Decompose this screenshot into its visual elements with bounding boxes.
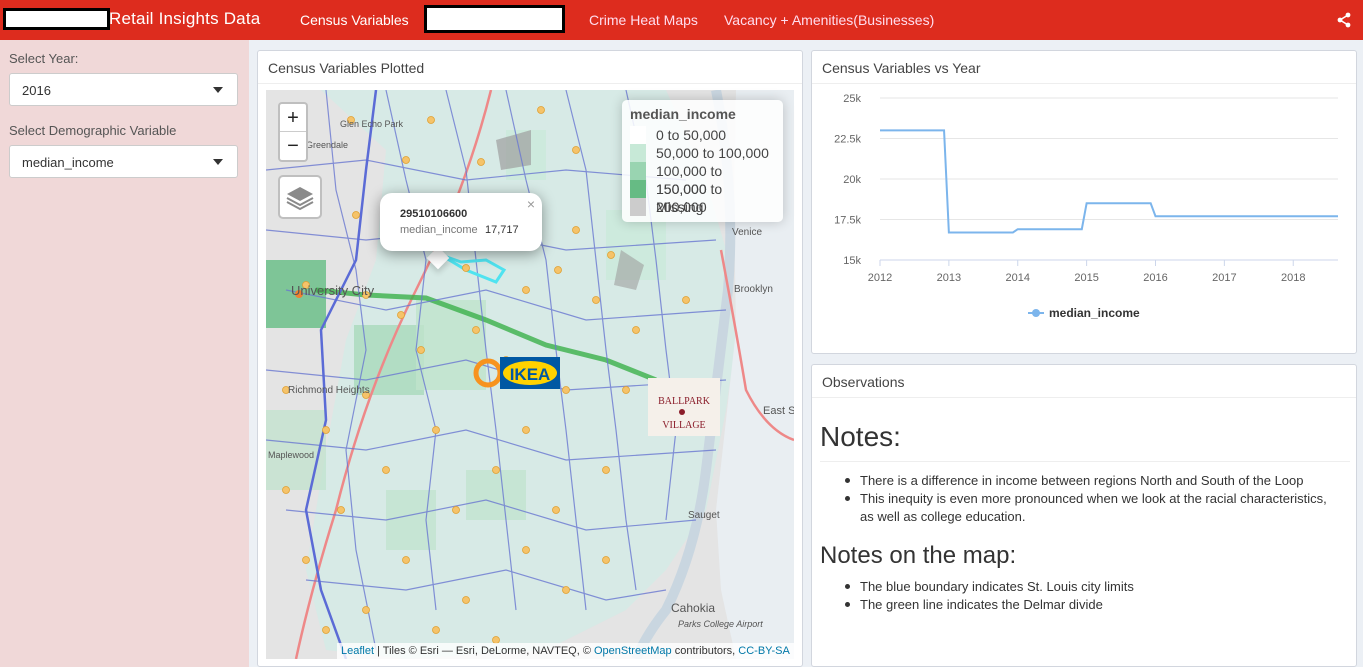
label-sauget: Sauget — [688, 510, 720, 521]
label-glen-echo: Glen Echo Park — [340, 119, 404, 129]
variable-select-value: median_income — [22, 155, 114, 170]
x-tick-label: 2016 — [1143, 272, 1167, 284]
zoom-control: + − — [278, 102, 308, 162]
x-tick-label: 2012 — [868, 272, 892, 284]
year-select-value: 2016 — [22, 83, 51, 98]
chevron-down-icon — [213, 159, 223, 165]
legend-label: 50,000 to 100,000 — [656, 145, 769, 161]
map-popup: 29510106600 median_income 17,717 × — [380, 193, 542, 251]
legend-swatch — [630, 144, 646, 162]
zoom-out-button[interactable]: − — [280, 132, 306, 160]
legend-swatch — [630, 162, 646, 180]
x-tick-label: 2014 — [1006, 272, 1030, 284]
list-item: There is a difference in income between … — [845, 472, 1340, 490]
map-panel-title: Census Variables Plotted — [268, 60, 425, 76]
legend-row: Missing — [630, 198, 775, 216]
popup-tract-id: 29510106600 — [400, 208, 468, 220]
redacted-tab[interactable] — [424, 5, 565, 33]
y-tick-label: 22.5k — [834, 134, 861, 146]
ballpark-logo-line2: VILLAGE — [662, 420, 705, 431]
layers-icon — [286, 187, 314, 211]
list-item: The blue boundary indicates St. Louis ci… — [845, 578, 1340, 596]
x-tick-label: 2013 — [937, 272, 961, 284]
popup-variable: median_income — [400, 224, 478, 236]
share-icon[interactable] — [1337, 12, 1351, 28]
chart-panel-title: Census Variables vs Year — [822, 60, 981, 76]
divider — [812, 397, 1356, 398]
x-tick-label: 2018 — [1281, 272, 1305, 284]
attribution-contrib: contributors, — [671, 645, 739, 657]
year-select[interactable]: 2016 — [9, 73, 238, 106]
leaflet-link[interactable]: Leaflet — [341, 645, 374, 657]
label-brooklyn: Brooklyn — [734, 284, 773, 295]
series-line-median_income — [880, 129, 1338, 234]
y-tick-label: 25k — [843, 93, 861, 105]
popup-value: 17,717 — [485, 224, 519, 236]
label-east-st: East S — [763, 405, 794, 417]
variable-select[interactable]: median_income — [9, 145, 238, 178]
top-navbar: Retail Insights Data Census Variables Cr… — [0, 0, 1363, 40]
legend-label: 0 to 50,000 — [656, 127, 727, 143]
legend-title: median_income — [630, 106, 736, 122]
ballpark-logo-line1: BALLPARK — [658, 396, 711, 407]
year-label: Select Year: — [9, 51, 79, 66]
variable-label: Select Demographic Variable — [9, 123, 177, 138]
divider — [258, 83, 802, 84]
y-tick-label: 17.5k — [834, 215, 861, 227]
x-tick-label: 2015 — [1074, 272, 1098, 284]
legend-label: Missing — [656, 199, 704, 215]
legend-row: 150,000 to 200,000 — [630, 180, 775, 215]
map-attribution: Leaflet | Tiles © Esri — Esri, DeLorme, … — [337, 643, 794, 659]
map-legend: median_income 0 to 50,000 50,000 to 100,… — [622, 100, 783, 222]
tab-crime-heat-maps[interactable]: Crime Heat Maps — [589, 12, 698, 28]
app-title[interactable]: Retail Insights Data — [109, 9, 260, 29]
redacted-logo — [3, 8, 110, 30]
legend-row: 0 to 50,000 — [630, 126, 775, 144]
tab-census-variables[interactable]: Census Variables — [300, 12, 409, 28]
line-chart: 15k 17.5k 20k 22.5k 25k 2012 2013 2014 2015 2016 2… — [834, 93, 1338, 284]
y-tick-label: 20k — [843, 174, 861, 186]
y-tick-label: 15k — [843, 255, 861, 267]
list-item: This inequity is even more pronounced wh… — [845, 490, 1340, 526]
legend-swatch — [630, 198, 646, 216]
ikea-logo-text: IKEA — [510, 365, 551, 384]
legend-row: 100,000 to 150,000 — [630, 162, 775, 197]
layers-control[interactable] — [278, 175, 322, 219]
observations-title: Observations — [822, 374, 905, 390]
legend-swatch — [630, 126, 646, 144]
legend-swatch — [630, 180, 646, 198]
chevron-down-icon — [213, 87, 223, 93]
x-tick-label: 2017 — [1212, 272, 1236, 284]
divider — [820, 461, 1350, 462]
zoom-in-button[interactable]: + — [280, 104, 306, 132]
label-university-city: University City — [291, 283, 375, 298]
label-cahokia: Cahokia — [671, 601, 715, 615]
attribution-tiles: | Tiles © Esri — Esri, DeLorme, NAVTEQ, … — [374, 645, 594, 657]
label-maplewood: Maplewood — [268, 450, 314, 460]
notes-heading: Notes: — [820, 421, 901, 452]
tab-vacancy-amenities[interactable]: Vacancy + Amenities(Businesses) — [724, 12, 934, 28]
legend-line-marker — [1028, 309, 1044, 317]
label-greendale: Greendale — [306, 140, 348, 150]
label-venice: Venice — [732, 227, 762, 238]
close-icon[interactable]: × — [527, 196, 535, 212]
label-parks-college: Parks College Airport — [678, 619, 763, 629]
list-item: The green line indicates the Delmar divi… — [845, 596, 1340, 614]
license-link[interactable]: CC-BY-SA — [738, 645, 790, 657]
legend-row: 50,000 to 100,000 — [630, 144, 775, 162]
label-richmond-heights: Richmond Heights — [288, 385, 370, 396]
chart-legend-label: median_income — [1049, 306, 1140, 320]
osm-link[interactable]: OpenStreetMap — [594, 645, 672, 657]
map-notes-heading: Notes on the map: — [820, 542, 1017, 569]
